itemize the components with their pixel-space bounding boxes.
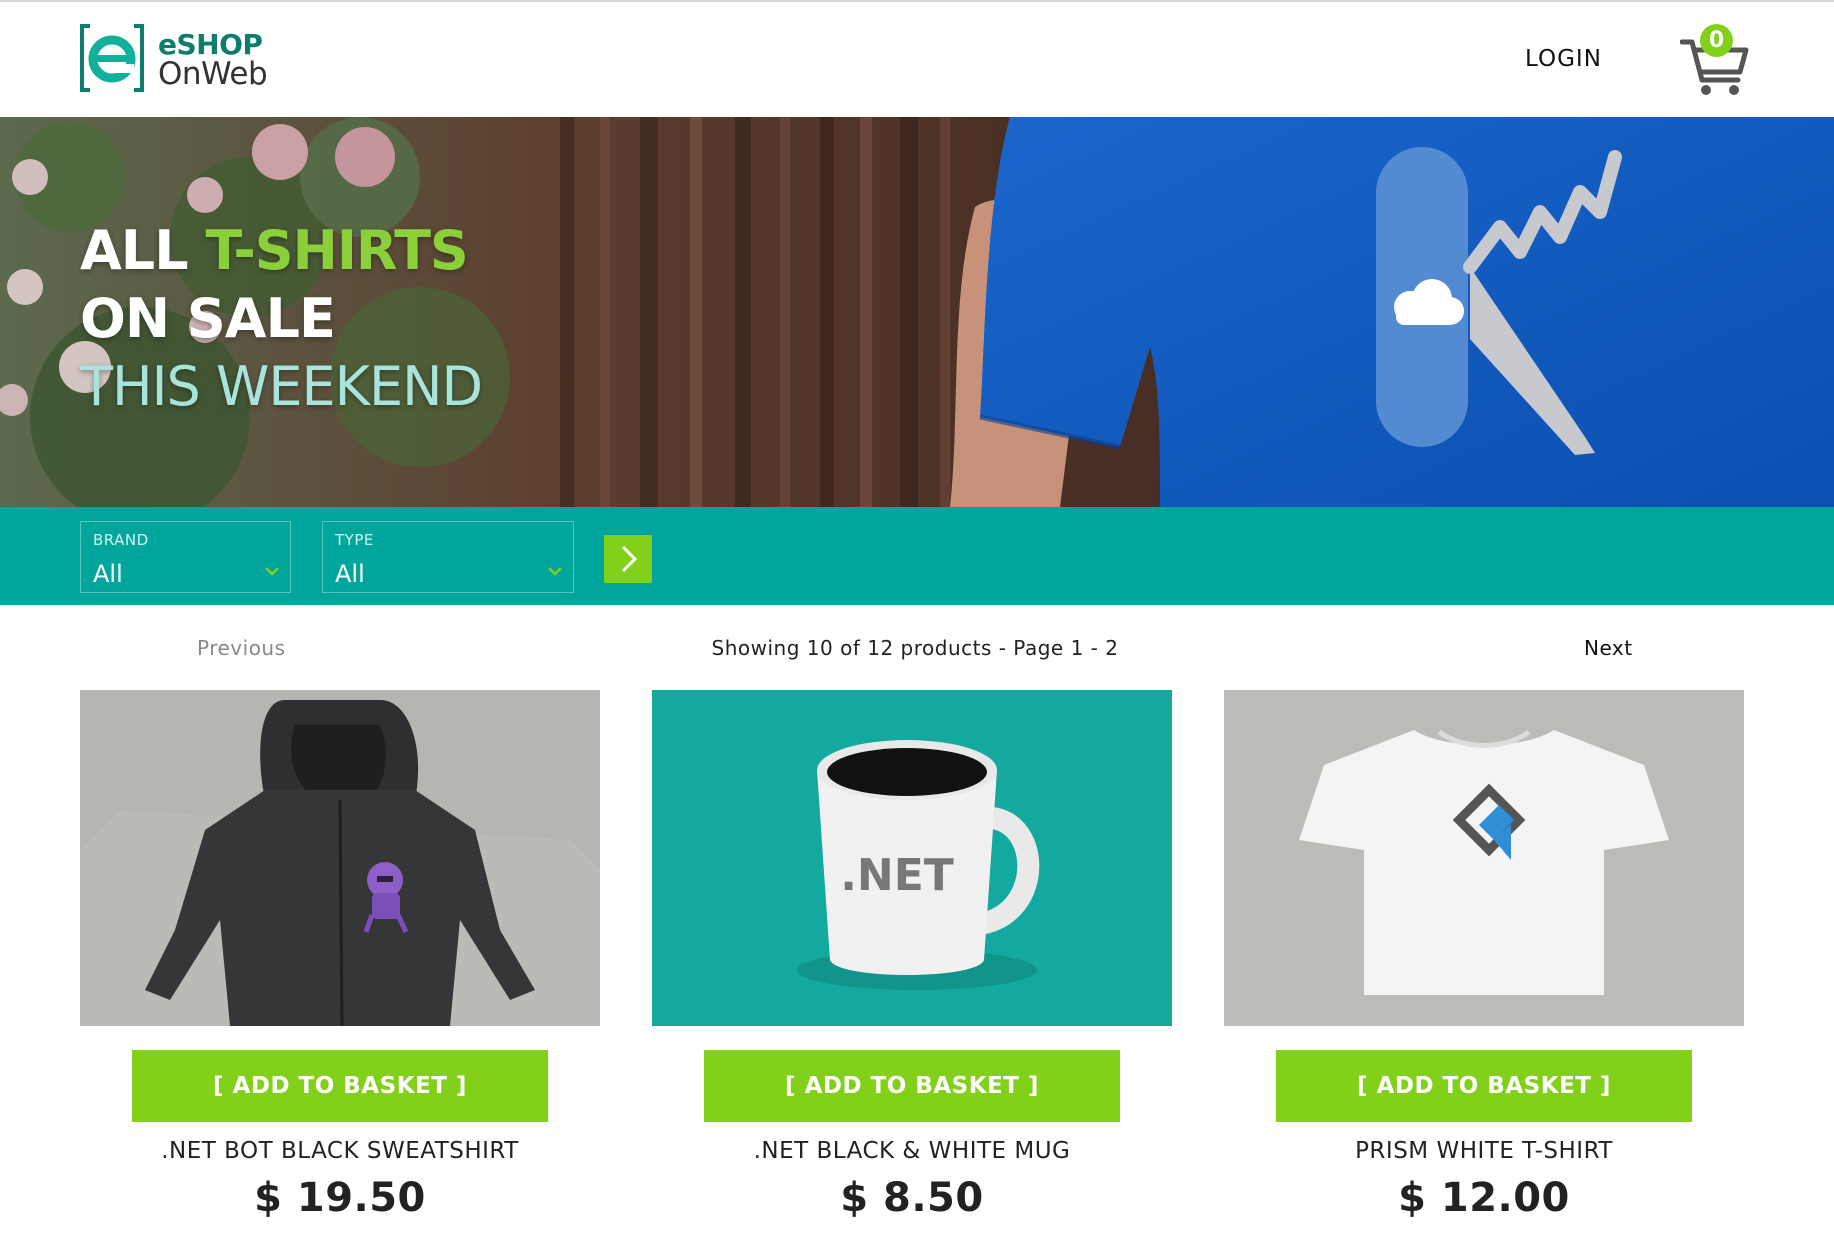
product-price: $ 19.50 (254, 1175, 426, 1221)
hero-banner: ALL T-SHIRTS ON SALE THIS WEEKEND (0, 117, 1834, 507)
product-name: PRISM WHITE T-SHIRT (1355, 1138, 1613, 1164)
brand-filter-select[interactable]: BRAND All (80, 521, 291, 593)
product-price: $ 8.50 (840, 1175, 984, 1221)
product-name: .NET BOT BLACK SWEATSHIRT (161, 1138, 519, 1164)
brand-filter-label: BRAND (93, 531, 149, 549)
type-filter-select[interactable]: TYPE All (322, 521, 574, 593)
product-card: [ ADD TO BASKET ] PRISM WHITE T-SHIRT $ … (1224, 690, 1744, 1230)
sweatshirt-image (80, 690, 600, 1026)
product-name: .NET BLACK & WHITE MUG (753, 1138, 1071, 1164)
chevron-right-icon (621, 545, 638, 573)
hero-line-1: ALL T-SHIRTS (80, 217, 482, 285)
chevron-down-icon (265, 567, 279, 576)
product-card: [ ADD TO BASKET ] .NET BOT BLACK SWEATSH… (80, 690, 600, 1230)
product-image[interactable] (1224, 690, 1744, 1026)
type-filter-value: All (335, 560, 365, 588)
brand-filter-value: All (93, 560, 123, 588)
add-to-basket-button[interactable]: [ ADD TO BASKET ] (132, 1050, 548, 1122)
hero-line-1-accent: T-SHIRTS (205, 219, 468, 282)
logo-icon (80, 24, 144, 92)
site-header: eSHOP OnWeb LOGIN 0 (0, 2, 1834, 117)
hero-line-3: THIS WEEKEND (80, 355, 483, 418)
mug-net-text: .NET (840, 850, 954, 901)
cart-button[interactable]: 0 (1680, 24, 1750, 96)
filter-bar: BRAND All TYPE All (0, 507, 1834, 605)
product-price: $ 12.00 (1398, 1175, 1570, 1221)
pager-info: Showing 10 of 12 products - Page 1 - 2 (0, 636, 1834, 660)
add-to-basket-button[interactable]: [ ADD TO BASKET ] (704, 1050, 1120, 1122)
product-card: .NET [ ADD TO BASKET ] .NET BLACK & WHIT… (652, 690, 1172, 1230)
login-link[interactable]: LOGIN (1525, 46, 1602, 72)
pager-next-link[interactable]: Next (1584, 636, 1633, 660)
type-filter-label: TYPE (335, 531, 374, 549)
product-image[interactable]: .NET (652, 690, 1172, 1026)
tshirt-image (1224, 690, 1744, 1026)
hero-line-1-white: ALL (80, 219, 189, 282)
mug-image: .NET (652, 690, 1172, 1026)
pager-info-text: Showing 10 of 12 products - Page 1 - 2 (711, 636, 1119, 660)
hero-line-2: ON SALE (80, 287, 336, 350)
hero-headline: ALL T-SHIRTS ON SALE THIS WEEKEND (80, 217, 483, 421)
product-image[interactable] (80, 690, 600, 1026)
add-to-basket-button[interactable]: [ ADD TO BASKET ] (1276, 1050, 1692, 1122)
logo-text-onweb: OnWeb (158, 56, 268, 92)
chevron-down-icon (548, 567, 562, 576)
cart-count-badge: 0 (1700, 24, 1733, 57)
logo[interactable]: eSHOP OnWeb (80, 24, 280, 96)
apply-filter-button[interactable] (604, 535, 652, 583)
